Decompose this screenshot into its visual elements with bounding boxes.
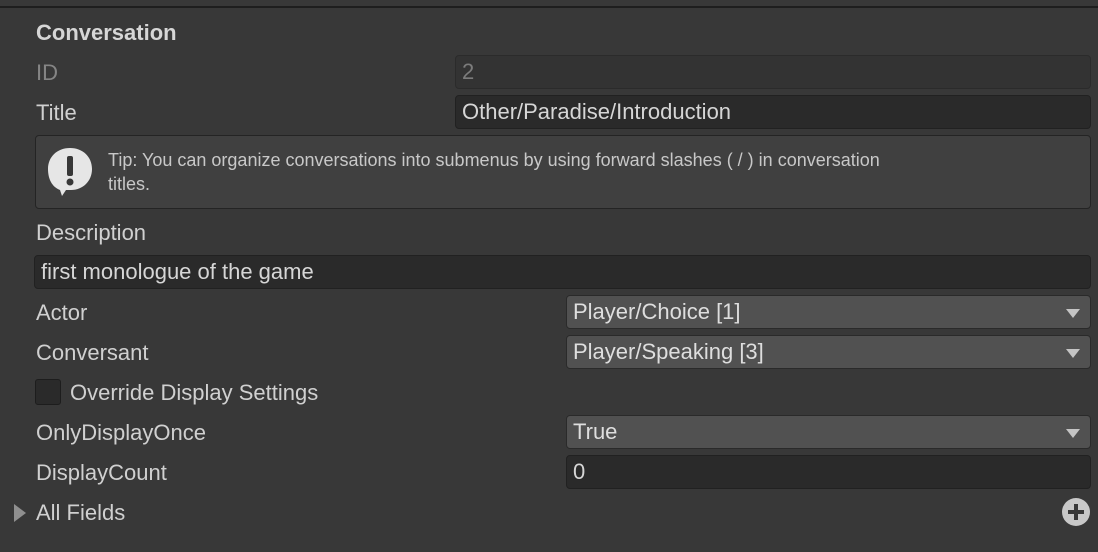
conversant-label: Conversant <box>36 340 149 365</box>
display-count-input[interactable]: 0 <box>566 455 1091 489</box>
override-display-settings-label[interactable]: Override Display Settings <box>70 378 318 408</box>
tip-text-line1: Tip: You can organize conversations into… <box>108 150 880 170</box>
section-title: Conversation <box>36 20 177 45</box>
exclamation-icon <box>48 148 92 196</box>
title-input[interactable]: Other/Paradise/Introduction <box>455 95 1091 129</box>
tip-helpbox: Tip: You can organize conversations into… <box>35 135 1091 209</box>
add-field-plus-icon[interactable] <box>1062 498 1090 526</box>
only-display-once-value: True <box>573 419 618 444</box>
actor-dropdown[interactable]: Player/Choice [1] <box>566 295 1091 329</box>
chevron-down-icon <box>1066 309 1080 318</box>
actor-label: Actor <box>36 300 88 325</box>
description-input[interactable]: first monologue of the game <box>34 255 1091 289</box>
all-fields-foldout[interactable]: All Fields <box>36 498 125 528</box>
id-label: ID <box>36 60 58 85</box>
conversant-dropdown-value: Player/Speaking [3] <box>573 339 764 364</box>
description-label: Description <box>36 220 147 245</box>
actor-dropdown-value: Player/Choice [1] <box>573 299 741 324</box>
tip-text-line2: titles. <box>108 174 151 194</box>
chevron-down-icon <box>1066 349 1080 358</box>
conversant-dropdown[interactable]: Player/Speaking [3] <box>566 335 1091 369</box>
override-display-settings-checkbox[interactable] <box>35 379 61 405</box>
top-divider <box>0 6 1098 8</box>
id-field: 2 <box>455 55 1091 89</box>
only-display-once-label: OnlyDisplayOnce <box>36 420 206 445</box>
foldout-arrow-icon[interactable] <box>14 504 26 522</box>
title-label: Title <box>36 100 77 125</box>
chevron-down-icon <box>1066 429 1080 438</box>
display-count-label: DisplayCount <box>36 460 167 485</box>
conversation-inspector: Conversation ID 2 Title Other/Paradise/I… <box>0 0 1098 552</box>
only-display-once-dropdown[interactable]: True <box>566 415 1091 449</box>
